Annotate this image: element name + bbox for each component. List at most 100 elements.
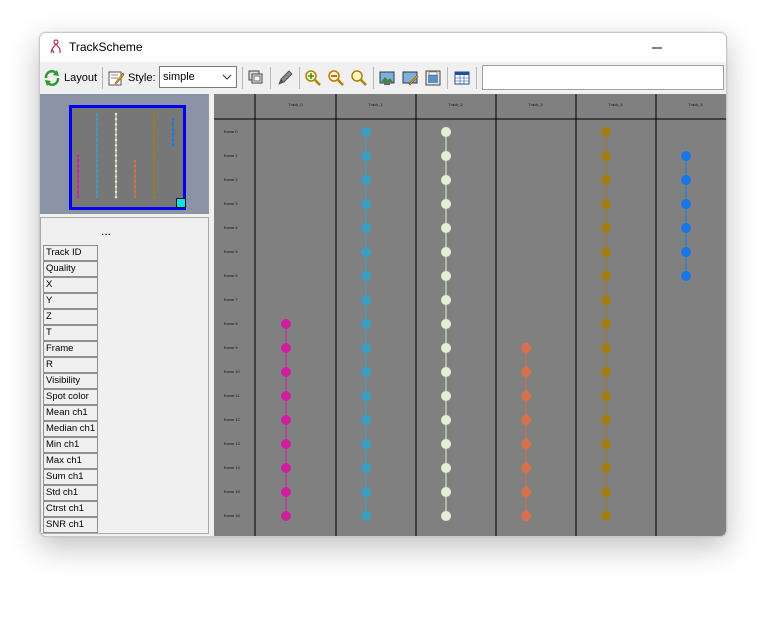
spot-node[interactable]	[441, 223, 451, 233]
save-button[interactable]	[401, 67, 419, 89]
spot-node[interactable]	[281, 463, 291, 473]
spot-node[interactable]	[441, 151, 451, 161]
spot-node[interactable]	[441, 463, 451, 473]
feature-button[interactable]: Median ch1	[43, 421, 98, 437]
spot-node[interactable]	[601, 223, 611, 233]
spot-node[interactable]	[361, 463, 371, 473]
spot-node[interactable]	[361, 391, 371, 401]
export-to-file-button[interactable]	[424, 67, 442, 89]
spot-node[interactable]	[521, 511, 531, 521]
feature-button[interactable]: Z	[43, 309, 98, 325]
spot-node[interactable]	[441, 439, 451, 449]
spot-node[interactable]	[601, 175, 611, 185]
spot-node[interactable]	[681, 271, 691, 281]
spot-node[interactable]	[281, 343, 291, 353]
spot-node[interactable]	[441, 271, 451, 281]
spot-node[interactable]	[361, 199, 371, 209]
spot-node[interactable]	[601, 415, 611, 425]
overview-panel[interactable]	[40, 94, 209, 214]
feature-button[interactable]: R	[43, 357, 98, 373]
spot-node[interactable]	[441, 367, 451, 377]
spot-node[interactable]	[601, 487, 611, 497]
show-table-button[interactable]	[453, 67, 471, 89]
feature-button[interactable]: Std ch1	[43, 485, 98, 501]
spot-node[interactable]	[681, 247, 691, 257]
feature-button[interactable]: Frame	[43, 341, 98, 357]
feature-button[interactable]: Spot color	[43, 389, 98, 405]
feature-button[interactable]: X	[43, 277, 98, 293]
spot-node[interactable]	[601, 463, 611, 473]
spot-node[interactable]	[441, 127, 451, 137]
spot-node[interactable]	[601, 439, 611, 449]
spot-node[interactable]	[361, 175, 371, 185]
feature-button[interactable]: Sum ch1	[43, 469, 98, 485]
spot-node[interactable]	[281, 415, 291, 425]
spot-node[interactable]	[601, 367, 611, 377]
overview-viewport[interactable]	[69, 105, 186, 210]
feature-button[interactable]: Mean ch1	[43, 405, 98, 421]
feature-button[interactable]: Visibility	[43, 373, 98, 389]
spot-node[interactable]	[601, 295, 611, 305]
style-dropdown[interactable]: simple	[159, 66, 237, 88]
spot-node[interactable]	[441, 199, 451, 209]
spot-node[interactable]	[601, 199, 611, 209]
spot-node[interactable]	[361, 151, 371, 161]
spot-node[interactable]	[361, 367, 371, 377]
spot-node[interactable]	[361, 343, 371, 353]
feature-button[interactable]: Y	[43, 293, 98, 309]
feature-button[interactable]: Min ch1	[43, 437, 98, 453]
spot-node[interactable]	[521, 463, 531, 473]
search-input[interactable]	[482, 65, 724, 90]
spot-node[interactable]	[601, 247, 611, 257]
spot-node[interactable]	[281, 511, 291, 521]
feature-button[interactable]: Quality	[43, 261, 98, 277]
spot-node[interactable]	[281, 391, 291, 401]
spot-node[interactable]	[281, 439, 291, 449]
reset-zoom-button[interactable]	[350, 67, 368, 89]
feature-button[interactable]: Max ch1	[43, 453, 98, 469]
spot-node[interactable]	[521, 439, 531, 449]
spot-node[interactable]	[681, 175, 691, 185]
layout-button[interactable]: Layout	[43, 67, 97, 89]
spot-node[interactable]	[281, 487, 291, 497]
spot-node[interactable]	[681, 151, 691, 161]
spot-node[interactable]	[521, 415, 531, 425]
spot-node[interactable]	[601, 343, 611, 353]
feature-button[interactable]: T	[43, 325, 98, 341]
spot-node[interactable]	[361, 415, 371, 425]
spot-node[interactable]	[601, 391, 611, 401]
spot-node[interactable]	[441, 247, 451, 257]
spot-node[interactable]	[361, 127, 371, 137]
spot-node[interactable]	[361, 247, 371, 257]
export-image-button[interactable]	[378, 67, 396, 89]
zoom-out-button[interactable]	[327, 67, 345, 89]
spot-node[interactable]	[281, 319, 291, 329]
spot-node[interactable]	[601, 319, 611, 329]
spot-node[interactable]	[441, 391, 451, 401]
spot-node[interactable]	[361, 487, 371, 497]
spot-node[interactable]	[601, 271, 611, 281]
spot-node[interactable]	[361, 439, 371, 449]
spot-node[interactable]	[361, 223, 371, 233]
spot-node[interactable]	[441, 343, 451, 353]
feature-button[interactable]: Track ID	[43, 245, 98, 261]
zoom-in-button[interactable]	[304, 67, 322, 89]
trackscheme-canvas[interactable]: Track_0 Track_1 Track_2 Track_3 Track_4 Track…	[214, 94, 726, 536]
feature-button[interactable]: SNR ch1	[43, 517, 98, 533]
spot-node[interactable]	[361, 271, 371, 281]
spot-node[interactable]	[281, 367, 291, 377]
spot-node[interactable]	[441, 175, 451, 185]
feature-button[interactable]: Ctrst ch1	[43, 501, 98, 517]
spot-node[interactable]	[681, 223, 691, 233]
display-decorations-button[interactable]	[247, 67, 265, 89]
spot-node[interactable]	[441, 295, 451, 305]
spot-node[interactable]	[361, 295, 371, 305]
spot-node[interactable]	[681, 199, 691, 209]
track-graph[interactable]	[214, 94, 726, 536]
spot-node[interactable]	[441, 319, 451, 329]
spot-node[interactable]	[601, 151, 611, 161]
capture-button[interactable]	[276, 67, 294, 89]
spot-node[interactable]	[521, 487, 531, 497]
spot-node[interactable]	[601, 511, 611, 521]
spot-node[interactable]	[441, 511, 451, 521]
